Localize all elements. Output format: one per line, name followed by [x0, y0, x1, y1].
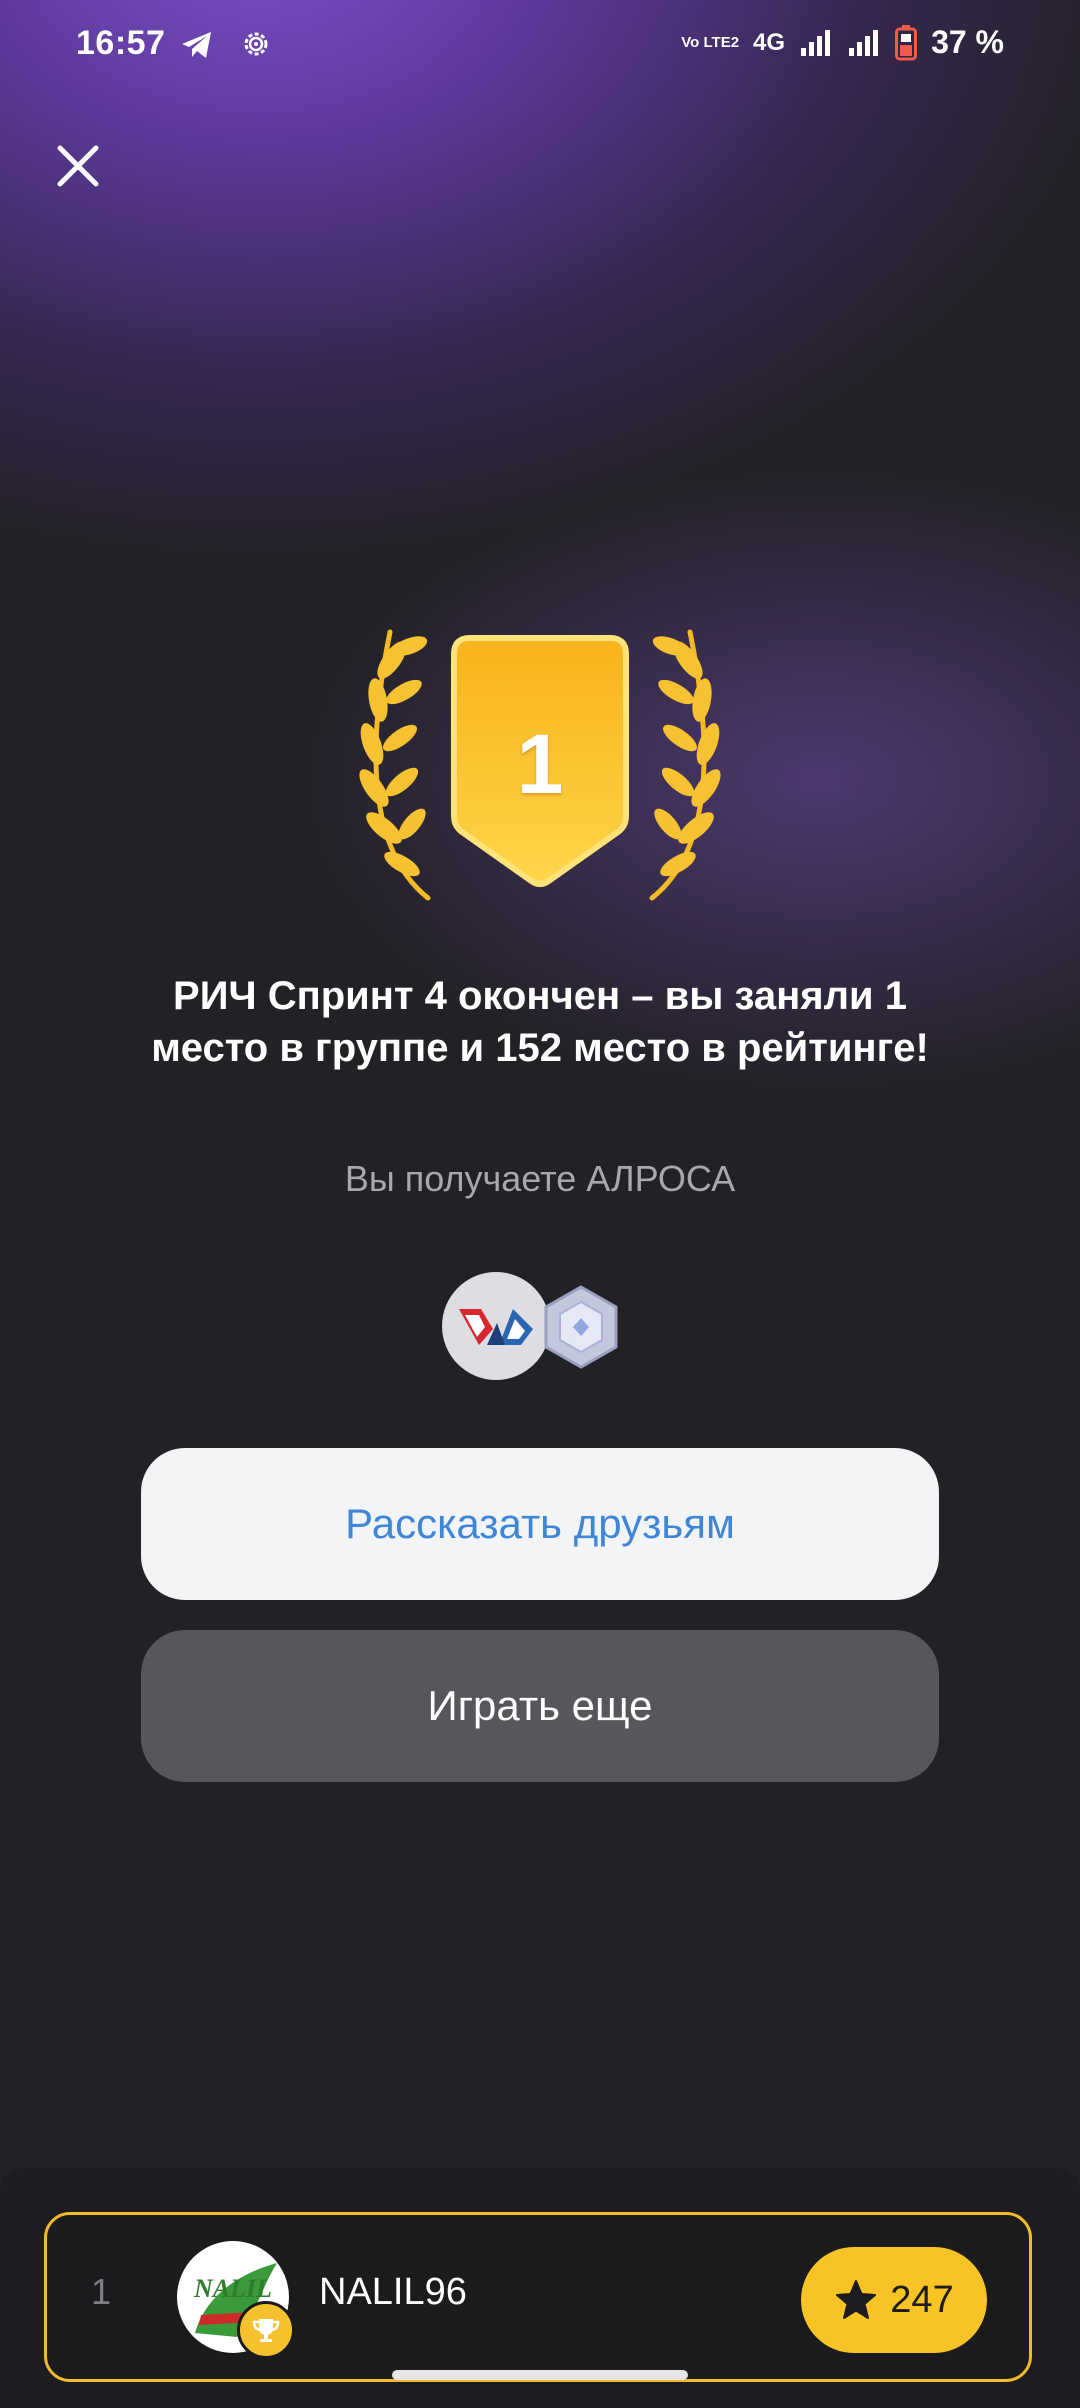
avatar-text: NALIL: [193, 2274, 272, 2303]
score-badge: 247: [801, 2247, 987, 2353]
player-username: NALIL96: [319, 2271, 467, 2313]
player-rank: 1: [91, 2271, 112, 2312]
hexagon-gem-icon: [544, 1285, 618, 1369]
play-again-button[interactable]: Играть еще: [141, 1630, 939, 1782]
result-subtitle: Вы получаете АЛРОСА: [344, 1158, 736, 1199]
share-with-friends-button[interactable]: Рассказать друзьям: [141, 1448, 939, 1600]
close-button[interactable]: [48, 136, 108, 196]
play-button-label: Играть еще: [427, 1682, 653, 1729]
status-right: Vo LTE2 4G 37 %: [681, 24, 1004, 61]
status-left-icons: [180, 28, 272, 65]
signal-icon: [801, 29, 831, 56]
alrosa-logo-icon: [442, 1272, 550, 1380]
share-button-label: Рассказать друзьям: [345, 1500, 735, 1547]
trophy-icon: [237, 2301, 295, 2359]
network-type: 4G: [753, 28, 786, 56]
status-time: 16:57: [76, 24, 166, 62]
star-icon: [836, 2280, 877, 2319]
battery-icon: [895, 24, 918, 60]
volte-icon: Vo LTE2: [681, 34, 740, 51]
settings-cog-icon: [244, 32, 268, 56]
status-bar: 16:57 Vo LTE2 4G 37 %: [0, 0, 1080, 90]
close-icon: [57, 145, 99, 187]
score-value: 247: [890, 2278, 954, 2321]
result-title: РИЧ Спринт 4 окончен – вы заняли 1 место…: [151, 974, 929, 1070]
screen: 16:57 Vo LTE2 4G 37 % 1 РИЧ Спринт 4 око…: [0, 0, 1080, 2408]
home-indicator[interactable]: [392, 2370, 688, 2380]
battery-level: 37 %: [931, 24, 1004, 60]
reward-icons: [440, 1270, 640, 1382]
rank-badge: 1: [320, 620, 760, 910]
signal-2-icon: [849, 29, 879, 56]
rank-number: 1: [516, 717, 564, 811]
telegram-icon: [182, 32, 211, 58]
leaderboard-row[interactable]: 1 NALIL NALIL96 247: [44, 2212, 1032, 2382]
